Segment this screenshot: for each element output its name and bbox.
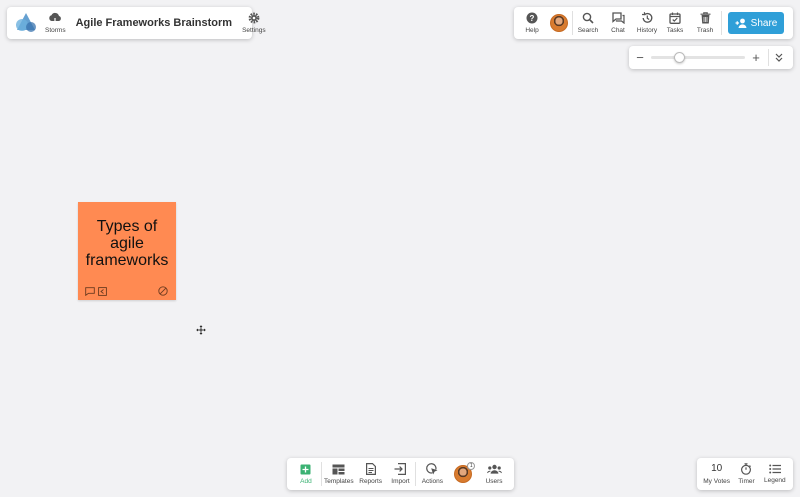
double-chevron-down-icon xyxy=(775,53,783,62)
trash-icon xyxy=(700,12,710,24)
copy-icon[interactable] xyxy=(98,287,107,296)
my-votes-label: My Votes xyxy=(703,478,730,485)
help-button[interactable]: ? Help xyxy=(518,7,546,39)
users-button[interactable]: Users xyxy=(478,458,510,490)
trash-button[interactable]: Trash xyxy=(689,7,721,39)
board-title[interactable]: Agile Frameworks Brainstorm xyxy=(66,17,243,29)
online-users-container[interactable]: 1 xyxy=(448,462,478,483)
sticky-note-text[interactable]: Types of agile frameworks xyxy=(78,218,176,269)
comment-icon[interactable] xyxy=(85,287,95,296)
tasks-button[interactable]: Tasks xyxy=(661,7,689,39)
help-icon: ? xyxy=(526,12,538,24)
gear-icon xyxy=(248,12,260,24)
collapse-toggle[interactable] xyxy=(775,53,783,62)
legend-button[interactable]: Legend xyxy=(761,458,789,490)
top-toolbar-panel: ? Help Search Chat History Tasks Trash S… xyxy=(514,7,793,39)
actions-label: Actions xyxy=(421,478,444,485)
zoom-in-button[interactable]: + xyxy=(751,50,761,65)
actions-cursor-icon xyxy=(426,463,438,475)
timer-button[interactable]: Timer xyxy=(732,458,760,490)
share-label: Share xyxy=(750,17,778,29)
list-icon xyxy=(769,464,781,474)
vote-icon[interactable] xyxy=(158,286,168,296)
import-label: Import xyxy=(391,478,410,485)
votes-count: 10 xyxy=(711,463,723,474)
calendar-check-icon xyxy=(669,12,681,24)
my-votes-button[interactable]: 10 My Votes xyxy=(701,458,732,490)
document-icon xyxy=(365,463,376,475)
online-user[interactable]: 1 xyxy=(454,462,476,483)
settings-button[interactable]: Settings xyxy=(242,7,266,39)
tasks-label: Tasks xyxy=(666,27,684,34)
import-button[interactable]: Import xyxy=(386,458,416,490)
zoom-slider-thumb[interactable] xyxy=(673,52,685,63)
trash-label: Trash xyxy=(696,27,714,34)
zoom-slider[interactable] xyxy=(651,52,745,63)
reports-button[interactable]: Reports xyxy=(356,458,386,490)
bottom-toolbar: Add Templates Reports Import Actions 1 U… xyxy=(287,458,514,490)
legend-label: Legend xyxy=(763,477,786,484)
history-label: History xyxy=(636,27,658,34)
help-label: Help xyxy=(525,27,539,34)
user-avatar-container[interactable] xyxy=(546,14,572,32)
bottom-right-panel: 10 My Votes Timer Legend xyxy=(697,458,793,490)
zoom-panel: − + xyxy=(629,46,793,69)
user-avatar[interactable] xyxy=(550,14,568,32)
add-user-icon xyxy=(735,18,747,28)
cloud-icon xyxy=(49,12,62,24)
chat-button[interactable]: Chat xyxy=(603,7,633,39)
search-button[interactable]: Search xyxy=(573,7,603,39)
divider xyxy=(721,11,722,35)
app-logo-icon[interactable] xyxy=(13,10,39,36)
share-button[interactable]: Share xyxy=(728,12,784,34)
move-cursor-icon xyxy=(196,325,206,335)
history-icon xyxy=(641,12,653,23)
search-icon xyxy=(582,12,594,24)
board-header-panel: Storms Agile Frameworks Brainstorm Setti… xyxy=(7,7,266,39)
zoom-out-button[interactable]: − xyxy=(635,50,645,65)
users-icon xyxy=(486,464,502,474)
timer-label: Timer xyxy=(738,478,755,485)
import-icon xyxy=(394,463,407,475)
storms-button[interactable]: Storms xyxy=(45,7,66,39)
add-label: Add xyxy=(300,477,312,485)
divider xyxy=(768,49,769,66)
actions-button[interactable]: Actions xyxy=(416,458,448,490)
chat-label: Chat xyxy=(611,27,625,34)
templates-button[interactable]: Templates xyxy=(322,458,356,490)
sticky-note[interactable]: Types of agile frameworks xyxy=(78,202,176,300)
reports-label: Reports xyxy=(359,478,383,485)
add-note-icon xyxy=(300,464,311,474)
add-button[interactable]: Add xyxy=(291,458,321,490)
chat-icon xyxy=(611,12,625,24)
history-button[interactable]: History xyxy=(633,7,661,39)
users-label: Users xyxy=(485,477,503,485)
users-count-badge: 1 xyxy=(467,462,476,470)
timer-icon xyxy=(741,463,752,475)
svg-text:?: ? xyxy=(530,14,535,23)
search-label: Search xyxy=(577,27,599,34)
settings-label: Settings xyxy=(242,27,266,34)
templates-label: Templates xyxy=(323,477,354,485)
templates-icon xyxy=(332,464,345,474)
storms-label: Storms xyxy=(45,27,66,34)
